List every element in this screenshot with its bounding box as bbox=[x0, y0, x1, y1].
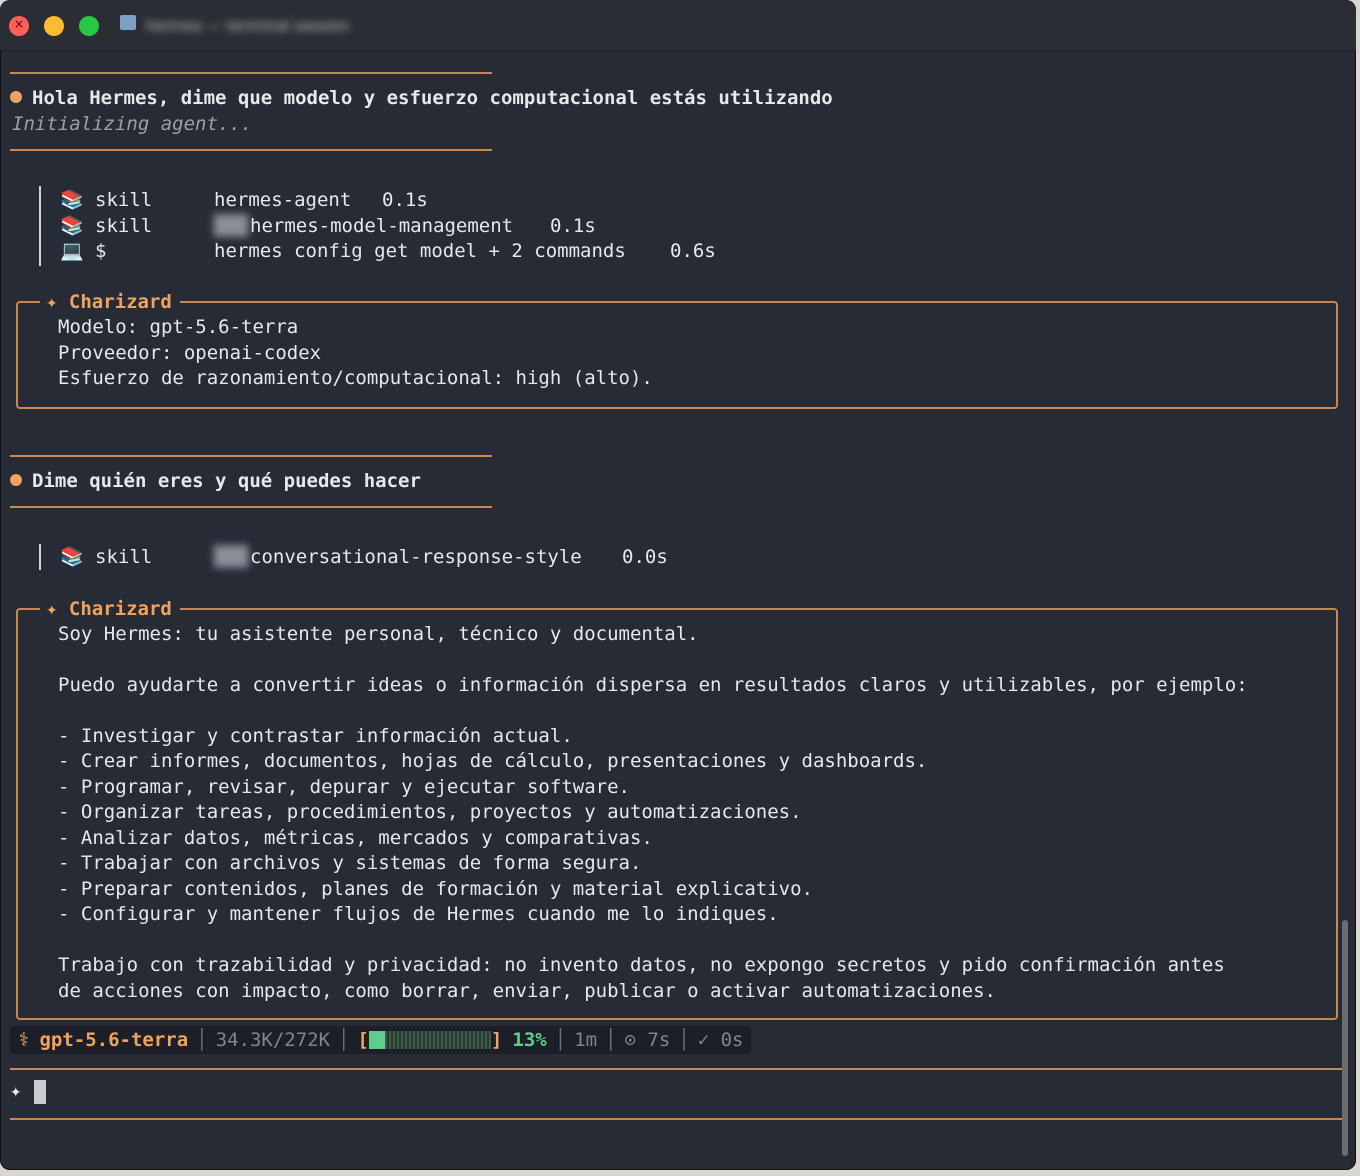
reply-line: Soy Hermes: tu asistente personal, técni… bbox=[58, 623, 699, 645]
close-window-button[interactable]: × bbox=[9, 16, 29, 36]
tool-call-row: 📚 skill hermes-agent 0.1s bbox=[60, 189, 428, 211]
reply-line: Modelo: gpt-5.6-terra bbox=[58, 316, 299, 338]
divider bbox=[10, 455, 492, 457]
close-icon: × bbox=[14, 17, 25, 31]
timer-indicator: ⊙ 7s bbox=[624, 1029, 671, 1051]
reply-line: - Programar, revisar, depurar y ejecutar… bbox=[58, 776, 630, 798]
agent-name: ✦ Charizard bbox=[40, 597, 180, 621]
context-progress-bar bbox=[368, 1031, 491, 1049]
title-bar: × hermes — terminal session bbox=[0, 0, 1356, 51]
reply-line: Proveedor: openai-codex bbox=[58, 342, 322, 364]
divider bbox=[10, 72, 492, 74]
reply-line: de acciones con impacto, como borrar, en… bbox=[58, 980, 996, 1002]
books-icon: 📚 bbox=[60, 546, 84, 568]
tool-list-bar bbox=[39, 544, 41, 570]
reply-line: - Crear informes, documentos, hojas de c… bbox=[58, 750, 928, 772]
status-text: Initializing agent... bbox=[12, 113, 253, 135]
reply-line: Trabajo con trazabilidad y privacidad: n… bbox=[58, 954, 1225, 976]
token-usage: 34.3K/272K bbox=[215, 1029, 331, 1051]
caduceus-icon: ⚕ bbox=[18, 1029, 30, 1051]
scrollbar[interactable] bbox=[1342, 920, 1348, 1156]
input-bottom-border bbox=[10, 1118, 1346, 1120]
check-indicator: ✓ 0s bbox=[697, 1029, 744, 1051]
books-icon: 📚 bbox=[60, 189, 84, 211]
divider bbox=[10, 506, 492, 508]
window-title: hermes — terminal session bbox=[146, 17, 350, 35]
user-bullet-icon bbox=[10, 474, 22, 486]
reply-line: - Investigar y contrastar información ac… bbox=[58, 725, 573, 747]
user-message-1: Hola Hermes, dime que modelo y esfuerzo … bbox=[10, 86, 833, 110]
terminal-window: × hermes — terminal session Hola Hermes,… bbox=[0, 0, 1356, 1170]
terminal-content: Hola Hermes, dime que modelo y esfuerzo … bbox=[0, 50, 1356, 1170]
reply-line: Puedo ayudarte a convertir ideas o infor… bbox=[58, 674, 1248, 696]
prompt-icon: ✦ bbox=[10, 1080, 22, 1102]
reply-line: - Analizar datos, métricas, mercados y c… bbox=[58, 827, 653, 849]
divider bbox=[10, 149, 492, 151]
user-bullet-icon bbox=[10, 91, 22, 103]
reply-line: Esfuerzo de razonamiento/computacional: … bbox=[58, 367, 653, 389]
input-cursor[interactable] bbox=[34, 1080, 46, 1104]
input-top-border bbox=[10, 1068, 1346, 1070]
folder-icon bbox=[120, 15, 136, 30]
reply-line: - Organizar tareas, procedimientos, proy… bbox=[58, 801, 802, 823]
status-bar: ⚕ gpt-5.6-terra │ 34.3K/272K │ [ ] 13% │… bbox=[10, 1026, 752, 1054]
reply-line: - Configurar y mantener flujos de Hermes… bbox=[58, 903, 779, 925]
tool-call-row: 💻 $ hermes config get model + 2 commands 0.… bbox=[60, 240, 716, 262]
tool-call-row: 📚 skill ███ conversational-response-style 0.… bbox=[60, 546, 668, 568]
elapsed-time: 1m bbox=[574, 1029, 598, 1051]
tool-call-row: 📚 skill ███ hermes-model-management 0.1s bbox=[60, 215, 596, 237]
context-percent: 13% bbox=[512, 1029, 547, 1051]
books-icon: 📚 bbox=[60, 215, 84, 237]
redacted-prefix: ███ bbox=[214, 546, 249, 568]
reply-line: - Preparar contenidos, planes de formaci… bbox=[58, 878, 813, 900]
user-message-2: Dime quién eres y qué puedes hacer bbox=[10, 469, 421, 493]
minimize-window-button[interactable] bbox=[44, 16, 64, 36]
maximize-window-button[interactable] bbox=[79, 16, 99, 36]
laptop-icon: 💻 bbox=[60, 240, 84, 262]
tool-list-bar bbox=[39, 186, 41, 266]
model-name: gpt-5.6-terra bbox=[39, 1029, 189, 1051]
agent-name: ✦ Charizard bbox=[40, 290, 180, 314]
context-progress-fill bbox=[368, 1031, 385, 1049]
reply-line: - Trabajar con archivos y sistemas de fo… bbox=[58, 852, 642, 874]
redacted-prefix: ███ bbox=[214, 215, 249, 237]
